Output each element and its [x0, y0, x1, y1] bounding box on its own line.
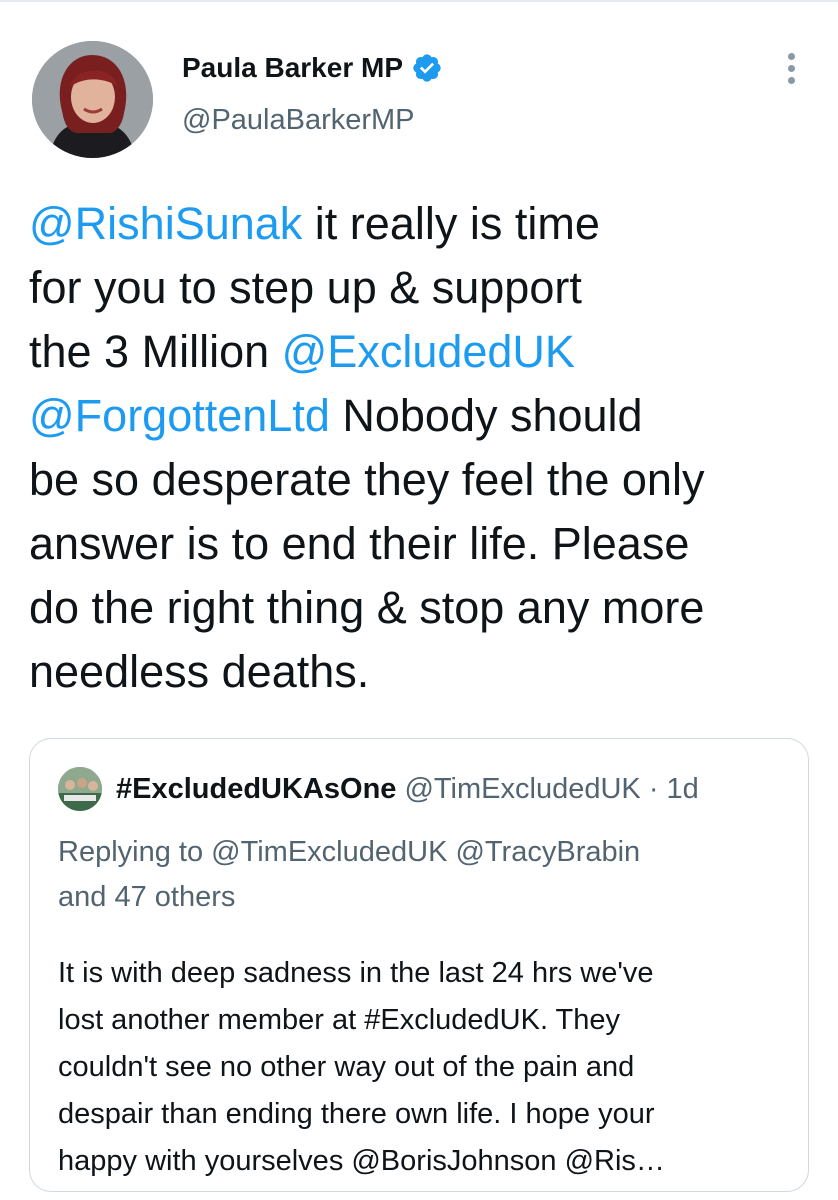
quoted-text-line: happy with yourselves @BorisJohnson @Ris… — [58, 1145, 665, 1177]
tweet-text: @RishiSunak it really is time for you to … — [29, 192, 819, 704]
tweet-text-line: be so desperate they feel the only — [29, 448, 819, 512]
separator-dot: · — [648, 773, 659, 805]
avatar-photo-icon — [32, 41, 153, 158]
tweet-text-line: for you to step up & support — [29, 256, 819, 320]
replying-prefix: Replying to — [58, 836, 204, 868]
quoted-header: #ExcludedUKAsOne @TimExcludedUK · 1d — [116, 771, 699, 807]
mention-link[interactable]: @ForgottenLtd — [29, 390, 330, 441]
quoted-text: It is with deep sadness in the last 24 h… — [58, 950, 788, 1185]
quoted-author-name[interactable]: #ExcludedUKAsOne — [116, 773, 396, 805]
quoted-author-handle[interactable]: @TimExcludedUK — [404, 773, 640, 805]
tweet-text-segment: for you to step up & support — [29, 262, 582, 313]
replying-to: Replying to @TimExcludedUK @TracyBrabin … — [58, 830, 788, 920]
tweet-text-segment: be so desperate they feel the only — [29, 454, 705, 505]
tweet-text-line: answer is to end their life. Please — [29, 512, 819, 576]
top-divider — [0, 0, 838, 2]
replying-mention[interactable]: @TimExcludedUK — [211, 836, 447, 868]
more-vertical-icon[interactable] — [778, 48, 806, 88]
quoted-text-line: lost another member at #ExcludedUK. They — [58, 1004, 621, 1036]
author-avatar[interactable] — [32, 41, 153, 158]
tweet-text-line: needless deaths. — [29, 640, 819, 704]
mention-link[interactable]: @ExcludedUK — [282, 326, 575, 377]
author-name-row: Paula Barker MP — [182, 48, 443, 88]
tweet-text-segment: needless deaths. — [29, 646, 370, 697]
tweet-text-segment: answer is to end their life. Please — [29, 518, 690, 569]
tweet-text-segment: do the right thing & stop any more — [29, 582, 705, 633]
replying-mention[interactable]: @TracyBrabin — [455, 836, 640, 868]
tweet-text-line: do the right thing & stop any more — [29, 576, 819, 640]
quoted-tweet[interactable]: #ExcludedUKAsOne @TimExcludedUK · 1d Rep… — [29, 738, 809, 1192]
tweet-text-line: @RishiSunak it really is time — [29, 192, 819, 256]
quoted-author-avatar[interactable] — [58, 767, 102, 811]
verified-badge-icon — [413, 54, 441, 82]
replying-others[interactable]: and 47 others — [58, 881, 235, 913]
group-photo-icon — [58, 767, 102, 811]
author-handle[interactable]: @PaulaBarkerMP — [182, 104, 415, 137]
mention-link[interactable]: @RishiSunak — [29, 198, 302, 249]
quoted-text-line: couldn't see no other way out of the pai… — [58, 1051, 635, 1083]
tweet-text-segment: it really is time — [302, 198, 600, 249]
tweet-text-segment: Nobody should — [329, 390, 643, 441]
author-name[interactable]: Paula Barker MP — [182, 52, 403, 84]
tweet-text-line: @ForgottenLtd Nobody should — [29, 384, 819, 448]
quoted-timestamp[interactable]: 1d — [667, 773, 699, 805]
tweet-text-line: the 3 Million @ExcludedUK — [29, 320, 819, 384]
quoted-text-line: despair than ending there own life. I ho… — [58, 1098, 655, 1130]
tweet-text-segment: the 3 Million — [29, 326, 282, 377]
quoted-text-line: It is with deep sadness in the last 24 h… — [58, 957, 654, 989]
